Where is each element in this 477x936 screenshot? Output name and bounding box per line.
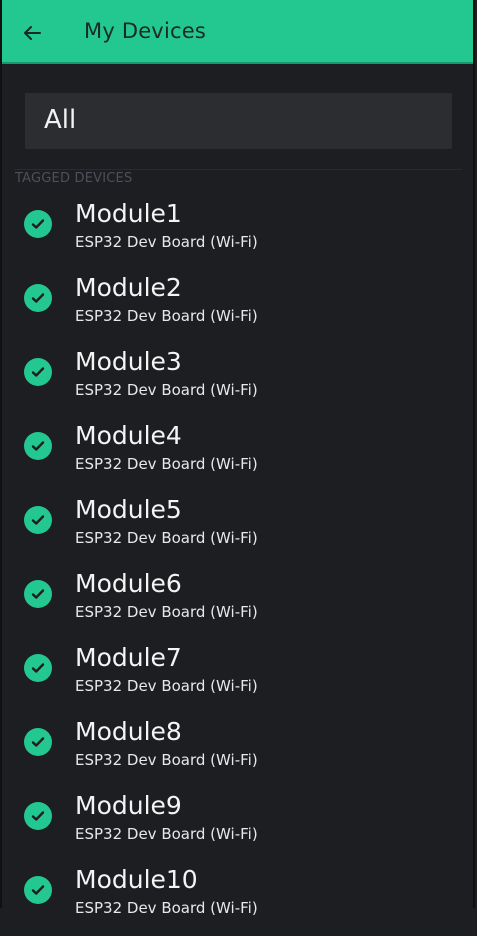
device-board: ESP32 Dev Board (Wi-Fi) [75, 603, 258, 621]
device-board: ESP32 Dev Board (Wi-Fi) [75, 677, 258, 695]
check-circle-icon [24, 728, 52, 756]
device-item-module3[interactable]: Module3 ESP32 Dev Board (Wi-Fi) [0, 344, 477, 418]
device-name: Module6 [75, 569, 182, 598]
device-item-module7[interactable]: Module7 ESP32 Dev Board (Wi-Fi) [0, 640, 477, 714]
device-name: Module9 [75, 791, 182, 820]
device-board: ESP32 Dev Board (Wi-Fi) [75, 751, 258, 769]
device-item-module1[interactable]: Module1 ESP32 Dev Board (Wi-Fi) [0, 196, 477, 270]
device-name: Module10 [75, 865, 198, 894]
check-circle-icon [24, 358, 52, 386]
check-circle-icon [24, 432, 52, 460]
device-board: ESP32 Dev Board (Wi-Fi) [75, 455, 258, 473]
device-name: Module7 [75, 643, 182, 672]
device-item-module4[interactable]: Module4 ESP32 Dev Board (Wi-Fi) [0, 418, 477, 492]
device-item-module2[interactable]: Module2 ESP32 Dev Board (Wi-Fi) [0, 270, 477, 344]
device-name: Module3 [75, 347, 182, 376]
device-filter-value: All [44, 105, 77, 135]
page-title: My Devices [84, 19, 206, 43]
check-circle-icon [24, 654, 52, 682]
device-item-module5[interactable]: Module5 ESP32 Dev Board (Wi-Fi) [0, 492, 477, 566]
device-filter-select[interactable]: All [25, 93, 452, 149]
arrow-back-icon[interactable] [20, 21, 44, 45]
device-item-module10[interactable]: Module10 ESP32 Dev Board (Wi-Fi) [0, 862, 477, 936]
device-item-module6[interactable]: Module6 ESP32 Dev Board (Wi-Fi) [0, 566, 477, 640]
device-item-module8[interactable]: Module8 ESP32 Dev Board (Wi-Fi) [0, 714, 477, 788]
check-circle-icon [24, 876, 52, 904]
device-name: Module2 [75, 273, 182, 302]
device-board: ESP32 Dev Board (Wi-Fi) [75, 233, 258, 251]
check-circle-icon [24, 580, 52, 608]
section-label-tagged-devices: TAGGED DEVICES [15, 171, 133, 186]
device-item-module9[interactable]: Module9 ESP32 Dev Board (Wi-Fi) [0, 788, 477, 862]
app-bar: My Devices [2, 0, 473, 64]
device-name: Module4 [75, 421, 182, 450]
check-circle-icon [24, 210, 52, 238]
check-circle-icon [24, 284, 52, 312]
device-list: Module1 ESP32 Dev Board (Wi-Fi) Module2 … [0, 196, 477, 936]
divider [14, 169, 462, 170]
device-board: ESP32 Dev Board (Wi-Fi) [75, 899, 258, 917]
check-circle-icon [24, 802, 52, 830]
device-board: ESP32 Dev Board (Wi-Fi) [75, 529, 258, 547]
device-name: Module8 [75, 717, 182, 746]
device-name: Module5 [75, 495, 182, 524]
device-name: Module1 [75, 199, 182, 228]
device-board: ESP32 Dev Board (Wi-Fi) [75, 825, 258, 843]
device-board: ESP32 Dev Board (Wi-Fi) [75, 307, 258, 325]
check-circle-icon [24, 506, 52, 534]
device-board: ESP32 Dev Board (Wi-Fi) [75, 381, 258, 399]
